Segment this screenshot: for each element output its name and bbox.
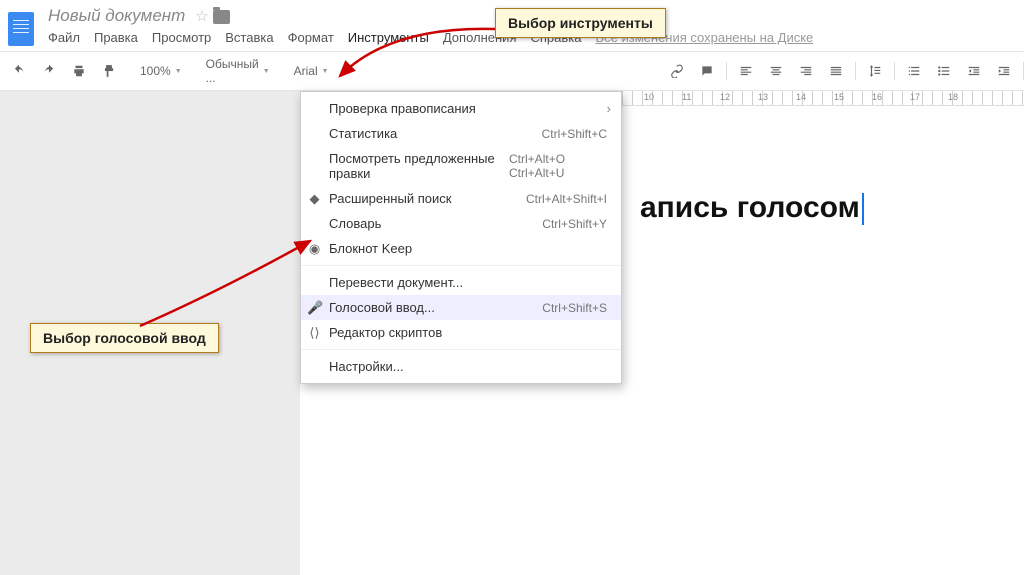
paragraph-style-select[interactable]: Обычный ... bbox=[200, 57, 276, 85]
ruler-mark: 16 bbox=[872, 92, 882, 102]
docs-logo[interactable] bbox=[8, 12, 34, 46]
explore-icon: ◆ bbox=[307, 191, 322, 207]
ruler-mark: 17 bbox=[910, 92, 920, 102]
font-select[interactable]: Arial bbox=[288, 64, 335, 78]
toolbar: 100% Обычный ... Arial Ру bbox=[0, 51, 1024, 91]
ruler-mark: 14 bbox=[796, 92, 806, 102]
separator bbox=[894, 62, 895, 80]
dd-explore[interactable]: ◆Расширенный поискCtrl+Alt+Shift+I bbox=[301, 186, 621, 211]
paint-format-icon[interactable] bbox=[96, 60, 122, 82]
lightbulb-icon: ◉ bbox=[307, 241, 322, 257]
numbered-list-icon[interactable] bbox=[901, 60, 927, 82]
menu-edit[interactable]: Правка bbox=[94, 30, 138, 45]
print-icon[interactable] bbox=[66, 60, 92, 82]
dd-preferences[interactable]: Настройки... bbox=[301, 354, 621, 379]
align-left-icon[interactable] bbox=[733, 60, 759, 82]
work-area: 123456789101112131415161718 апись голосо… bbox=[0, 91, 1024, 575]
code-icon: ⟨⟩ bbox=[307, 325, 322, 341]
ruler-mark: 15 bbox=[834, 92, 844, 102]
star-icon[interactable]: ☆ bbox=[195, 7, 208, 25]
tools-dropdown: Проверка правописания СтатистикаCtrl+Shi… bbox=[300, 91, 622, 384]
dd-stats[interactable]: СтатистикаCtrl+Shift+C bbox=[301, 121, 621, 146]
folder-icon[interactable] bbox=[213, 10, 230, 24]
zoom-select[interactable]: 100% bbox=[134, 64, 188, 78]
ruler-mark: 18 bbox=[948, 92, 958, 102]
separator bbox=[855, 62, 856, 80]
document-body-text[interactable]: апись голосом bbox=[640, 191, 864, 225]
dd-voice-typing[interactable]: 🎤Голосовой ввод...Ctrl+Shift+S bbox=[301, 295, 621, 320]
menu-insert[interactable]: Вставка bbox=[225, 30, 273, 45]
text-cursor bbox=[862, 193, 864, 225]
menu-format[interactable]: Формат bbox=[288, 30, 334, 45]
line-spacing-icon[interactable] bbox=[862, 60, 888, 82]
separator bbox=[726, 62, 727, 80]
separator bbox=[301, 265, 621, 266]
indent-increase-icon[interactable] bbox=[991, 60, 1017, 82]
dd-translate[interactable]: Перевести документ... bbox=[301, 270, 621, 295]
indent-decrease-icon[interactable] bbox=[961, 60, 987, 82]
menu-bar: Файл Правка Просмотр Вставка Формат Инст… bbox=[48, 26, 813, 51]
menu-tools[interactable]: Инструменты bbox=[348, 30, 429, 45]
dd-script-editor[interactable]: ⟨⟩Редактор скриптов bbox=[301, 320, 621, 345]
align-center-icon[interactable] bbox=[763, 60, 789, 82]
undo-icon[interactable] bbox=[6, 60, 32, 82]
redo-icon[interactable] bbox=[36, 60, 62, 82]
dd-spellcheck[interactable]: Проверка правописания bbox=[301, 96, 621, 121]
comment-icon[interactable] bbox=[694, 60, 720, 82]
align-justify-icon[interactable] bbox=[823, 60, 849, 82]
dd-keep[interactable]: ◉Блокнот Keep bbox=[301, 236, 621, 261]
menu-file[interactable]: Файл bbox=[48, 30, 80, 45]
separator bbox=[1023, 62, 1024, 80]
link-icon[interactable] bbox=[664, 60, 690, 82]
menu-view[interactable]: Просмотр bbox=[152, 30, 211, 45]
callout-tools: Выбор инструменты bbox=[495, 8, 666, 38]
callout-voice: Выбор голосовой ввод bbox=[30, 323, 219, 353]
document-title[interactable]: Новый документ bbox=[48, 6, 185, 26]
ruler-mark: 13 bbox=[758, 92, 768, 102]
align-right-icon[interactable] bbox=[793, 60, 819, 82]
separator bbox=[301, 349, 621, 350]
bulleted-list-icon[interactable] bbox=[931, 60, 957, 82]
ruler-mark: 11 bbox=[682, 92, 691, 102]
ruler-mark: 10 bbox=[644, 92, 654, 102]
microphone-icon: 🎤 bbox=[307, 300, 322, 316]
dd-suggestions[interactable]: Посмотреть предложенные правкиCtrl+Alt+O… bbox=[301, 146, 621, 186]
dd-dictionary[interactable]: СловарьCtrl+Shift+Y bbox=[301, 211, 621, 236]
ruler-mark: 12 bbox=[720, 92, 730, 102]
